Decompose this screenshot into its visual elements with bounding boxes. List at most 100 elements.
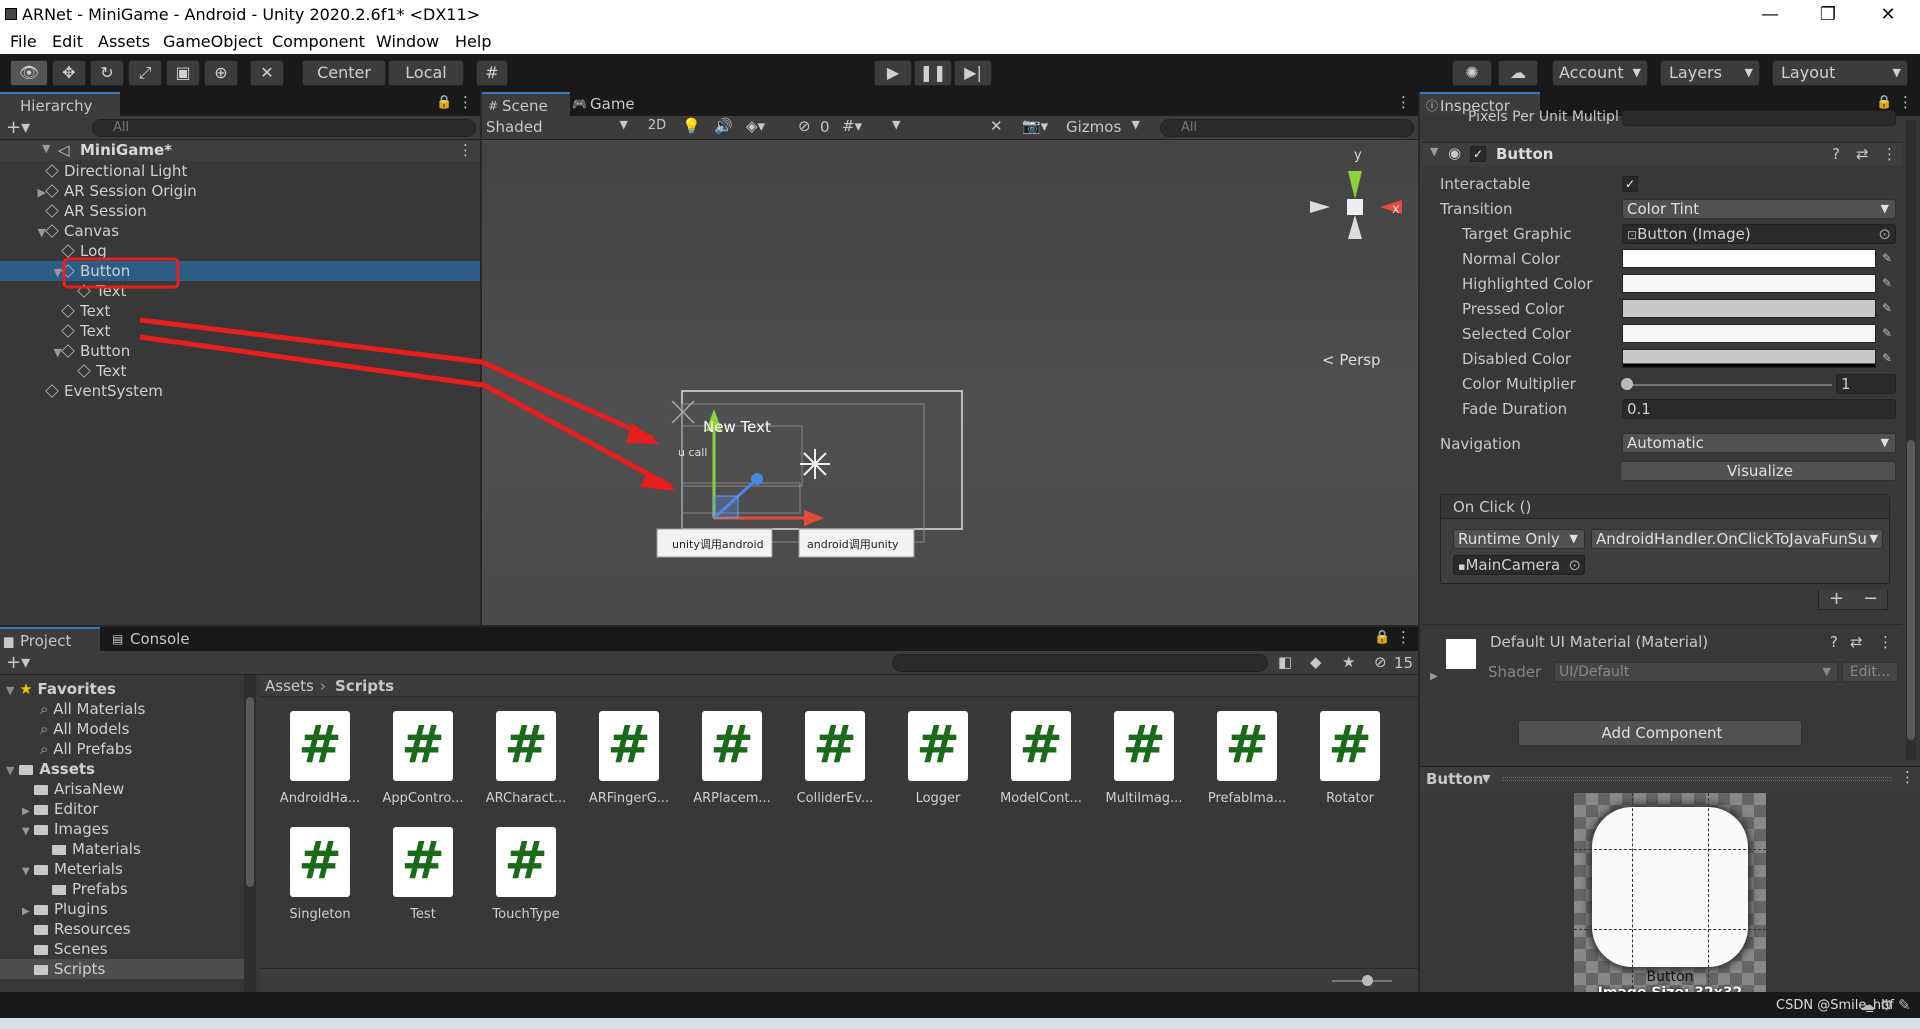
breadcrumb-assets[interactable]: Assets — [265, 677, 314, 695]
favorite-star-icon[interactable]: ★ — [1342, 653, 1355, 671]
object-picker-icon[interactable]: ⊙ — [1878, 225, 1891, 243]
script-asset[interactable]: # ARCharact... — [478, 711, 574, 806]
color-multiplier-handle[interactable] — [1621, 378, 1633, 390]
script-asset[interactable]: # ColliderEv... — [787, 711, 883, 806]
hierarchy-item[interactable]: ▼ Button — [0, 261, 480, 281]
tab-game[interactable]: 🎮 Game — [570, 92, 650, 116]
hierarchy-item[interactable]: Text — [0, 281, 480, 301]
script-asset[interactable]: # Logger — [890, 711, 986, 806]
tab-project[interactable]: ▆ Project — [0, 627, 100, 651]
script-asset[interactable]: # MultiImag... — [1096, 711, 1192, 806]
folder-item[interactable]: Prefabs — [0, 879, 244, 899]
inspector-scrollbar[interactable] — [1906, 120, 1916, 760]
layout-dropdown[interactable]: Layout ▼ — [1772, 60, 1908, 86]
folder-item[interactable]: Materials — [0, 839, 244, 859]
edit-shader-button[interactable]: Edit... — [1842, 662, 1898, 682]
function-dropdown[interactable]: AndroidHandler.OnClickToJavaFunSu ▼ — [1591, 529, 1883, 549]
hierarchy-item[interactable]: AR Session — [0, 201, 480, 221]
hierarchy-item[interactable]: EventSystem — [0, 381, 480, 401]
hierarchy-item[interactable]: Text — [0, 301, 480, 321]
folder-item[interactable]: Scripts — [0, 959, 244, 979]
favorites-header[interactable]: ▼ ★ Favorites — [6, 679, 116, 699]
script-asset[interactable]: # AppContro... — [375, 711, 471, 806]
component-enabled-checkbox[interactable]: ✓ — [1470, 146, 1486, 162]
add-listener-icon[interactable]: + — [1829, 588, 1844, 609]
kebab-menu-icon[interactable]: ⋮ — [1898, 93, 1913, 111]
help-icon[interactable]: ? — [1830, 633, 1838, 651]
rect-tool-icon[interactable]: ▣ — [166, 60, 200, 86]
assets-header[interactable]: ▼ Assets — [6, 759, 95, 779]
menu-help[interactable]: Help — [455, 32, 491, 51]
search-by-label-icon[interactable]: ◆ — [1310, 653, 1322, 671]
pivot-local-button[interactable]: Local — [388, 60, 464, 86]
search-by-type-icon[interactable]: ◧ — [1278, 653, 1292, 671]
script-asset[interactable]: # Singleton — [272, 827, 368, 922]
close-button[interactable]: ✕ — [1863, 0, 1913, 30]
expand-arrow-icon[interactable]: ▶ — [32, 183, 46, 203]
maximize-button[interactable]: ❐ — [1803, 0, 1853, 30]
eyedropper-icon[interactable]: ✎ — [1882, 301, 1896, 315]
preview-drag-handle[interactable] — [1502, 777, 1892, 781]
hierarchy-item[interactable]: Log — [0, 241, 480, 261]
folder-item[interactable]: ▼ Images — [0, 819, 244, 839]
layers-dropdown[interactable]: Layers ▼ — [1660, 60, 1760, 86]
favorite-item[interactable]: ⌕ All Materials — [40, 699, 145, 719]
scene-menu-icon[interactable]: ⋮ — [1396, 93, 1411, 111]
interactable-checkbox[interactable]: ✓ — [1622, 176, 1638, 192]
color-field[interactable] — [1622, 299, 1876, 318]
tab-scene[interactable]: # Scene — [482, 92, 570, 116]
object-picker-icon[interactable]: ⊙ — [1568, 556, 1581, 574]
script-asset[interactable]: # Rotator — [1302, 711, 1398, 806]
add-component-button[interactable]: Add Component — [1518, 720, 1802, 746]
folder-item[interactable]: ▼ Meterials — [0, 859, 244, 879]
button-component-header[interactable]: ▼ ◉ ✓ Button ? ⇄ ⋮ — [1422, 142, 1902, 166]
play-button[interactable]: ▶ — [874, 60, 912, 86]
project-search-input[interactable] — [892, 654, 1268, 672]
eyedropper-icon[interactable]: ✎ — [1882, 276, 1896, 290]
color-multiplier-field[interactable]: 1 — [1836, 374, 1896, 394]
preset-icon[interactable]: ⇄ — [1856, 145, 1869, 163]
hierarchy-item[interactable]: Text — [0, 361, 480, 381]
kebab-menu-icon[interactable]: ⋮ — [458, 93, 473, 111]
gizmos-dropdown[interactable]: Gizmos ▼ — [1066, 118, 1140, 136]
color-field[interactable] — [1622, 324, 1876, 343]
expand-arrow-icon[interactable]: ▼ — [48, 263, 62, 283]
color-multiplier-slider[interactable] — [1626, 384, 1832, 386]
folder-item[interactable]: Scenes — [0, 939, 244, 959]
partial-row-field[interactable] — [1622, 110, 1896, 126]
kebab-menu-icon[interactable]: ⋮ — [1396, 628, 1411, 646]
mode-2d-toggle[interactable]: 2D — [642, 118, 672, 133]
script-asset[interactable]: # ARFingerG... — [581, 711, 677, 806]
chevron-down-icon[interactable]: ▼ — [1482, 772, 1490, 785]
eyedropper-icon[interactable]: ✎ — [1882, 351, 1896, 365]
component-menu-icon[interactable]: ⋮ — [1882, 145, 1897, 163]
script-asset[interactable]: # AndroidHa... — [272, 711, 368, 806]
hierarchy-item[interactable]: Directional Light — [0, 161, 480, 181]
audio-icon[interactable]: 🔊 — [714, 117, 733, 135]
menu-component[interactable]: Component — [272, 32, 365, 51]
preview-title[interactable]: Button — [1426, 770, 1483, 788]
hierarchy-item[interactable]: ▼ Canvas — [0, 221, 480, 241]
grid-dropdown-icon[interactable]: ▼ — [892, 118, 900, 131]
lighting-icon[interactable]: 💡 — [682, 117, 701, 135]
navigation-dropdown[interactable]: Automatic ▼ — [1622, 433, 1896, 453]
expand-arrow-icon[interactable]: ▼ — [42, 142, 50, 155]
camera-icon[interactable]: 📷▾ — [1022, 117, 1048, 135]
material-menu-icon[interactable]: ⋮ — [1878, 633, 1893, 651]
expand-arrow-icon[interactable]: ▼ — [1430, 145, 1438, 158]
folder-item[interactable]: ▶ Plugins — [0, 899, 244, 919]
step-button[interactable]: ▶| — [954, 60, 992, 86]
script-asset[interactable]: # ModelCont... — [993, 711, 1089, 806]
hidden-objects-icon[interactable]: ⊘ — [798, 117, 811, 135]
preset-icon[interactable]: ⇄ — [1850, 633, 1863, 651]
eyedropper-icon[interactable]: ✎ — [1882, 326, 1896, 340]
minimize-button[interactable]: — — [1745, 0, 1795, 30]
transform-tool-icon[interactable]: ⊕ — [204, 60, 238, 86]
menu-gameobject[interactable]: GameObject — [163, 32, 263, 51]
add-object-icon[interactable]: +▾ — [6, 117, 30, 138]
scene-viewport[interactable]: y x < Persp New Text u call unity调用andro… — [482, 141, 1418, 625]
object-field[interactable]: ▪MainCamera ⊙ — [1453, 555, 1585, 575]
color-field[interactable] — [1622, 349, 1876, 368]
custom-tool-icon[interactable]: ✕ — [250, 60, 284, 86]
hierarchy-item[interactable]: Text — [0, 321, 480, 341]
